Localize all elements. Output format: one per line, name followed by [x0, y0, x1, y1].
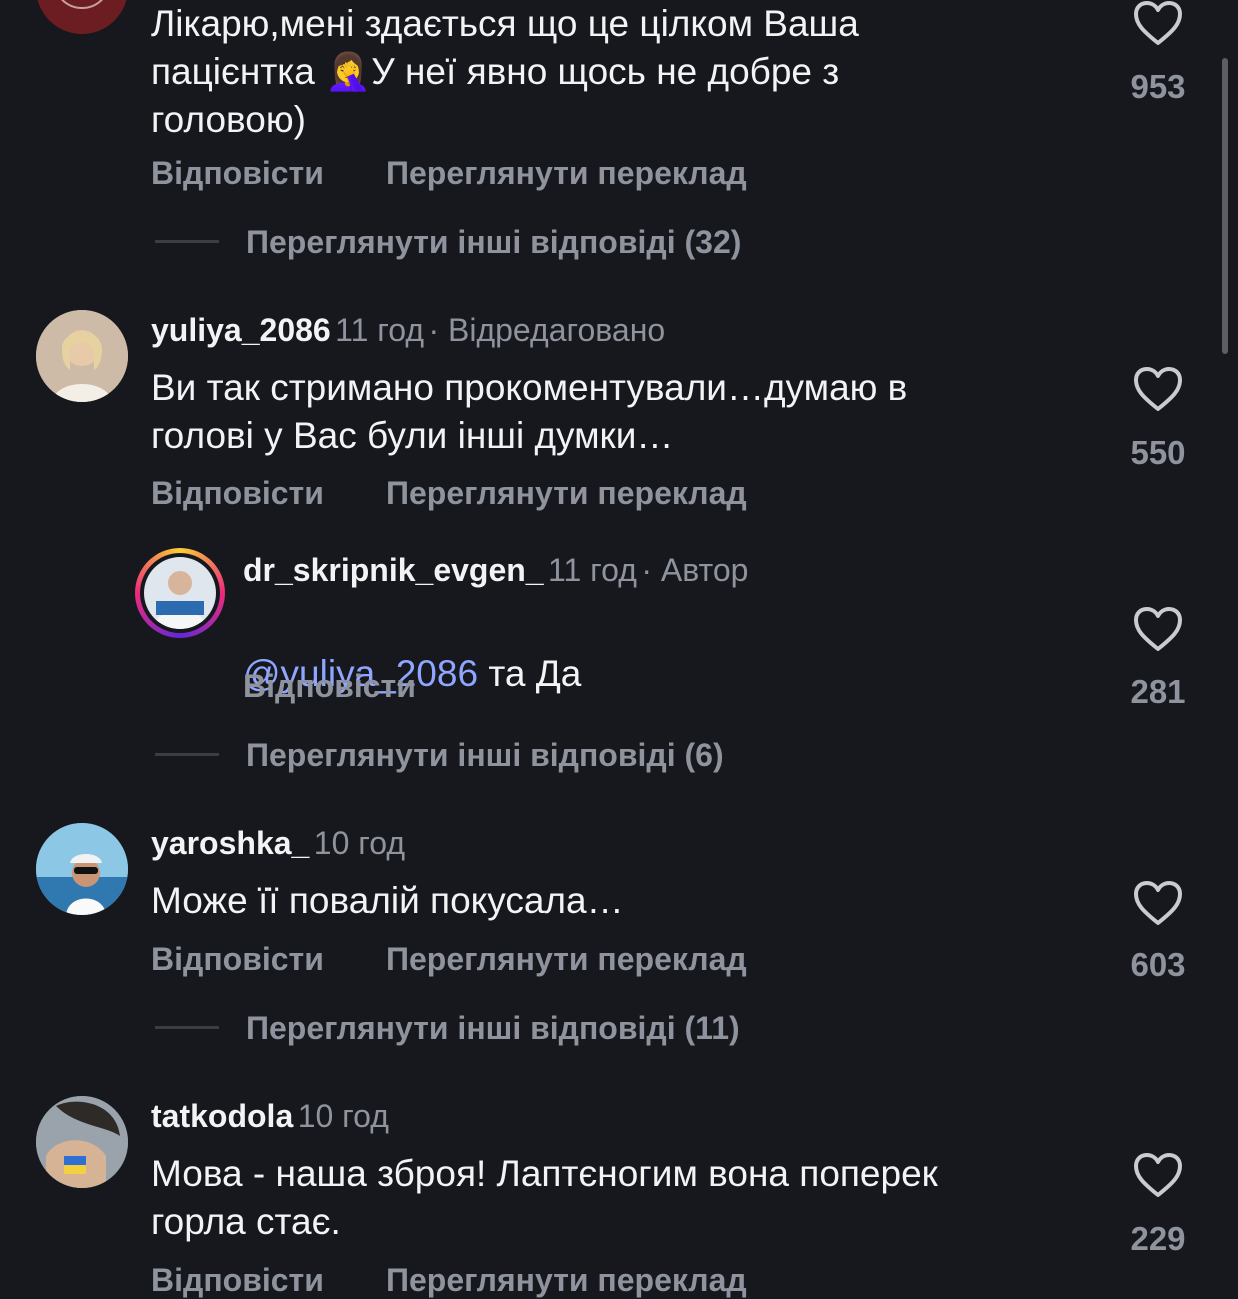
- avatar[interactable]: [36, 1096, 128, 1188]
- view-translation-button[interactable]: Переглянути переклад: [386, 475, 747, 512]
- like-count: 229: [1130, 1220, 1186, 1257]
- edited-label: · Відредаговано: [428, 312, 666, 348]
- heart-outline-icon[interactable]: [1133, 0, 1183, 46]
- view-more-replies-button[interactable]: Переглянути інші відповіді (11): [246, 1010, 740, 1047]
- view-translation-button[interactable]: Переглянути переклад: [386, 1262, 747, 1299]
- reply-button[interactable]: Відповісти: [151, 155, 324, 192]
- comment-text: Лікарю,мені здається що це цілком Ваша п…: [151, 3, 859, 140]
- heart-outline-icon[interactable]: [1133, 880, 1183, 926]
- like-count: 603: [1130, 946, 1186, 983]
- divider: [155, 1026, 219, 1029]
- avatar[interactable]: [36, 823, 128, 915]
- timestamp: 10 год: [313, 825, 405, 861]
- story-avatar[interactable]: [135, 548, 225, 638]
- comment-text: Ви так стримано прокоментували…думаю в г…: [151, 367, 908, 456]
- avatar[interactable]: [36, 0, 128, 34]
- like-count: 550: [1130, 434, 1186, 471]
- divider: [155, 240, 219, 243]
- timestamp: 11 год: [548, 552, 637, 588]
- author-badge: · Автор: [641, 552, 749, 588]
- divider: [155, 753, 219, 756]
- username[interactable]: tatkodola: [151, 1098, 293, 1134]
- comment-text: та Да: [478, 653, 582, 694]
- view-more-replies-button[interactable]: Переглянути інші відповіді (32): [246, 224, 741, 261]
- avatar[interactable]: [36, 310, 128, 402]
- comment-text: Мова - наша зброя! Лаптєногим вона попер…: [151, 1153, 938, 1242]
- view-translation-button[interactable]: Переглянути переклад: [386, 941, 747, 978]
- reply-button[interactable]: Відповісти: [151, 475, 324, 512]
- like-count: 281: [1130, 673, 1186, 710]
- timestamp: 11 год: [335, 312, 424, 348]
- reply-button[interactable]: Відповісти: [151, 1262, 324, 1299]
- scrollbar[interactable]: [1222, 58, 1228, 354]
- comment-text: Може її повалій покусала…: [151, 880, 624, 921]
- heart-outline-icon[interactable]: [1133, 606, 1183, 652]
- reply-button[interactable]: Відповісти: [243, 668, 416, 705]
- username[interactable]: yaroshka_: [151, 825, 309, 861]
- like-count: 953: [1130, 68, 1186, 105]
- heart-outline-icon[interactable]: [1133, 1152, 1183, 1198]
- username[interactable]: dr_skripnik_evgen_: [243, 552, 544, 588]
- reply-button[interactable]: Відповісти: [151, 941, 324, 978]
- timestamp: 10 год: [297, 1098, 389, 1134]
- username[interactable]: yuliya_2086: [151, 312, 331, 348]
- view-more-replies-button[interactable]: Переглянути інші відповіді (6): [246, 737, 724, 774]
- heart-outline-icon[interactable]: [1133, 366, 1183, 412]
- view-translation-button[interactable]: Переглянути переклад: [386, 155, 747, 192]
